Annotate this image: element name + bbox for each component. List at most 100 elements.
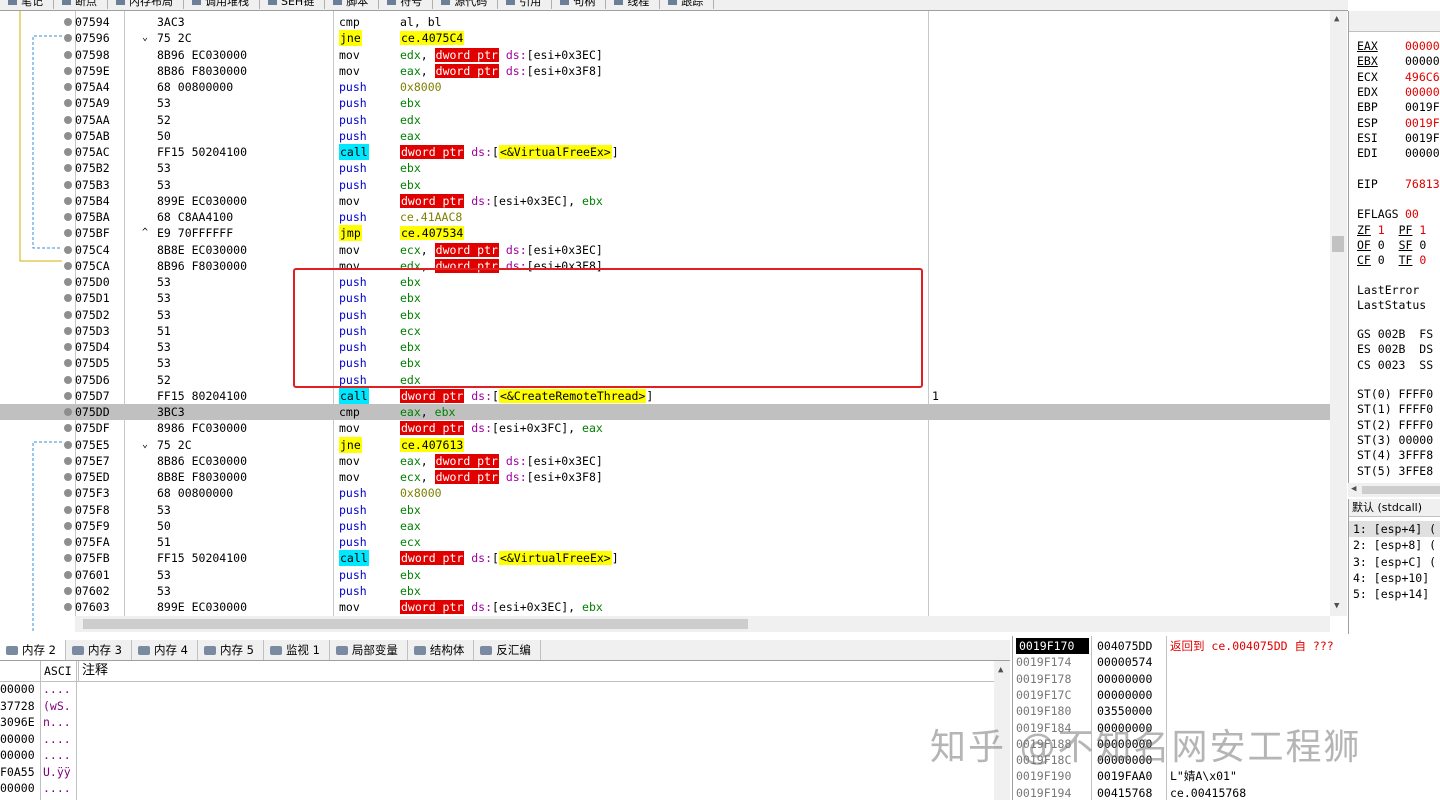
- breakpoint-dot-icon[interactable]: [64, 375, 72, 384]
- top-tab[interactable]: 引用: [498, 0, 553, 9]
- disassembly-row[interactable]: 075F3 68 00800000 push 0x8000: [0, 485, 1330, 501]
- top-tab[interactable]: SEH链: [260, 0, 326, 9]
- top-tab[interactable]: 内存布局: [108, 0, 184, 9]
- breakpoint-dot-icon[interactable]: [64, 50, 72, 59]
- registers-horizontal-scrollbar[interactable]: ◀: [1348, 483, 1440, 497]
- bottom-tab[interactable]: 内存 2: [0, 640, 66, 660]
- disassembly-row[interactable]: 075D7 FF15 80204100 call dword ptr ds:[<&Cr…: [0, 387, 1330, 404]
- dump-hex-cell[interactable]: 00000: [0, 681, 35, 698]
- disassembly-row[interactable]: 075AA 52 push edx: [0, 112, 1330, 128]
- disassembly-row[interactable]: 075B2 53 push ebx: [0, 160, 1330, 176]
- breakpoint-dot-icon[interactable]: [64, 229, 72, 238]
- disassembly-row[interactable]: 075FB FF15 50204100 call dword ptr ds:[<&Vi…: [0, 550, 1330, 567]
- dump-ascii-cell[interactable]: ....: [43, 747, 71, 764]
- breakpoint-dot-icon[interactable]: [64, 343, 72, 351]
- disassembly-row[interactable]: 075E5 ⌄ 75 2C jne ce.407613: [0, 436, 1330, 453]
- stack-row[interactable]: 0019F174 00000574: [1013, 654, 1440, 670]
- disassembly-horizontal-scrollbar[interactable]: [75, 616, 1330, 632]
- scroll-thumb[interactable]: [1332, 236, 1344, 252]
- register-row[interactable]: ESP 0019F: [1357, 116, 1440, 131]
- flags-row[interactable]: ZF 1 PF 1: [1357, 223, 1426, 238]
- bottom-tab[interactable]: 局部变量: [330, 640, 408, 660]
- breakpoint-dot-icon[interactable]: [64, 245, 72, 254]
- breakpoint-dot-icon[interactable]: [64, 570, 72, 579]
- stack-row[interactable]: 0019F194 00415768 ce.00415768: [1013, 785, 1440, 801]
- stack-row[interactable]: 0019F17C 00000000: [1013, 687, 1440, 703]
- disassembly-view[interactable]: 07594 3AC3 cmp al, bl 07596 ⌄ 75 2C jne ce.4075C…: [0, 11, 1347, 632]
- breakpoint-dot-icon[interactable]: [64, 473, 72, 481]
- breakpoint-dot-icon[interactable]: [64, 554, 72, 563]
- fpu-register-row[interactable]: ST(1) FFFF0: [1357, 402, 1433, 417]
- register-row[interactable]: [1357, 192, 1405, 207]
- disassembly-row[interactable]: 075F9 50 push eax: [0, 518, 1330, 534]
- disassembly-row[interactable]: 075BF ^ E9 70FFFFFF jmp ce.407534: [0, 225, 1330, 242]
- argument-row[interactable]: 1: [esp+4] (: [1349, 521, 1440, 537]
- dump-hex-cell[interactable]: 00000: [0, 780, 35, 797]
- bottom-tab[interactable]: 结构体: [408, 640, 475, 660]
- breakpoint-dot-icon[interactable]: [64, 115, 72, 124]
- breakpoint-dot-icon[interactable]: [64, 164, 72, 173]
- register-row[interactable]: EBX 00000: [1357, 54, 1440, 69]
- disassembly-row[interactable]: 075FA 51 push ecx: [0, 534, 1330, 550]
- top-tab[interactable]: 断点: [54, 0, 108, 9]
- disassembly-row[interactable]: 07598 8B96 EC030000 mov edx, dword ptr ds:[…: [0, 47, 1330, 63]
- top-tab[interactable]: 符号: [379, 0, 434, 9]
- bottom-tab[interactable]: 内存 5: [198, 640, 264, 660]
- disassembly-row[interactable]: 075C4 8B8E EC030000 mov ecx, dword ptr ds:[…: [0, 242, 1330, 258]
- breakpoint-dot-icon[interactable]: [64, 603, 72, 611]
- breakpoint-dot-icon[interactable]: [64, 99, 72, 108]
- stack-row[interactable]: 0019F178 00000000: [1013, 671, 1440, 687]
- breakpoint-dot-icon[interactable]: [64, 408, 72, 416]
- scroll-thumb[interactable]: [1362, 486, 1440, 494]
- dump-ascii-cell[interactable]: ....: [43, 681, 71, 698]
- scroll-left-icon[interactable]: ◀: [1351, 484, 1356, 494]
- breakpoint-dot-icon[interactable]: [64, 310, 72, 319]
- breakpoint-dot-icon[interactable]: [64, 34, 72, 43]
- fpu-register-row[interactable]: ST(5) 3FFE8: [1357, 464, 1433, 479]
- top-tab[interactable]: 跟踪: [660, 0, 715, 9]
- disassembly-row[interactable]: 07603 899E EC030000 mov dword ptr ds:[esi+0…: [0, 599, 1330, 615]
- breakpoint-dot-icon[interactable]: [64, 294, 72, 303]
- segment-register-row[interactable]: ES 002B DS: [1357, 342, 1433, 357]
- disassembly-row[interactable]: 075B3 53 push ebx: [0, 177, 1330, 193]
- dump-hex-cell[interactable]: 00000: [0, 747, 35, 764]
- dump-ascii-cell[interactable]: ....: [43, 731, 71, 748]
- memory-dump-view[interactable]: ASCI 注释 00000.... 37728 (wS. 3096E n... 00000…: [0, 661, 1010, 800]
- argument-row[interactable]: 4: [esp+10]: [1353, 570, 1429, 586]
- register-row[interactable]: EAX 00000: [1357, 39, 1440, 54]
- breakpoint-dot-icon[interactable]: [64, 586, 72, 595]
- disassembly-row[interactable]: 07601 53 push ebx: [0, 567, 1330, 583]
- breakpoint-dot-icon[interactable]: [64, 180, 72, 189]
- disassembly-row[interactable]: 075DF 8986 FC030000 mov dword ptr ds:[esi+0…: [0, 420, 1330, 436]
- breakpoint-dot-icon[interactable]: [64, 196, 72, 205]
- argument-row[interactable]: 3: [esp+C] (: [1353, 554, 1436, 570]
- disassembly-row[interactable]: 075AC FF15 50204100 call dword ptr ds:[<&Vi…: [0, 144, 1330, 160]
- top-tab[interactable]: 脚本: [325, 0, 380, 9]
- register-row[interactable]: EDI 00000: [1357, 146, 1440, 161]
- breakpoint-dot-icon[interactable]: [64, 521, 72, 530]
- disassembly-row[interactable]: 075F8 53 push ebx: [0, 502, 1330, 518]
- dump-ascii-cell[interactable]: U.ÿÿ: [43, 764, 71, 781]
- dump-ascii-cell[interactable]: n...: [43, 714, 71, 731]
- register-row[interactable]: EBP 0019F: [1357, 100, 1440, 115]
- bottom-tab[interactable]: 内存 3: [66, 640, 132, 660]
- top-tab[interactable]: 调用堆栈: [184, 0, 260, 9]
- breakpoint-dot-icon[interactable]: [64, 66, 72, 75]
- dump-hex-cell[interactable]: 3096E: [0, 714, 35, 731]
- scroll-thumb[interactable]: [83, 619, 748, 629]
- breakpoint-dot-icon[interactable]: [64, 18, 72, 26]
- breakpoint-dot-icon[interactable]: [64, 278, 72, 286]
- breakpoint-dot-icon[interactable]: [64, 148, 72, 156]
- breakpoint-dot-icon[interactable]: [64, 83, 72, 91]
- fpu-register-row[interactable]: ST(0) FFFF0: [1357, 387, 1433, 402]
- fpu-register-row[interactable]: ST(3) 00000: [1357, 433, 1433, 448]
- top-tab[interactable]: 源代码: [433, 0, 499, 9]
- breakpoint-dot-icon[interactable]: [64, 326, 72, 335]
- stack-row[interactable]: 0019F170 004075DD 返回到 ce.004075DD 自 ???: [1013, 638, 1440, 655]
- scroll-down-icon[interactable]: ▼: [1334, 601, 1339, 611]
- disassembly-row[interactable]: 075E7 8B86 EC030000 mov eax, dword ptr ds:[…: [0, 453, 1330, 469]
- dump-hex-cell[interactable]: 37728: [0, 698, 35, 715]
- disassembly-row[interactable]: 075DD 3BC3 cmp eax, ebx: [0, 404, 1330, 420]
- breakpoint-dot-icon[interactable]: [64, 359, 72, 368]
- top-tab[interactable]: 句柄: [552, 0, 607, 9]
